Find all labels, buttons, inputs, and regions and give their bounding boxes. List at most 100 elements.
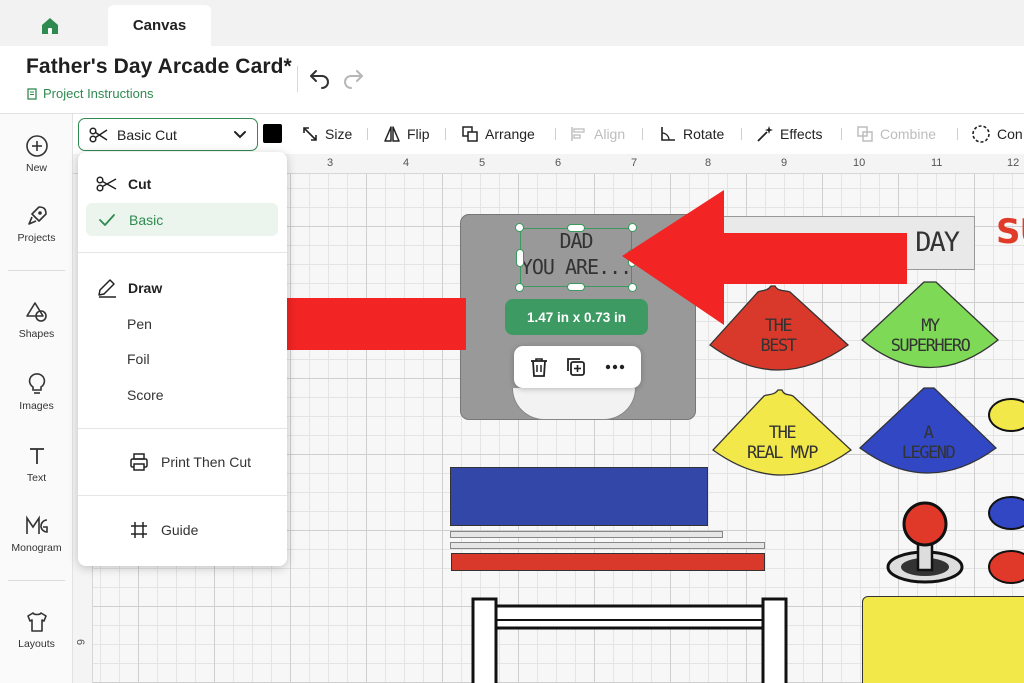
redo-icon[interactable] [341, 66, 365, 90]
sidebar-item-projects[interactable]: Projects [0, 204, 73, 244]
home-icon [42, 18, 58, 34]
color-swatch[interactable] [263, 124, 282, 143]
ruler-tick-label: 9 [781, 157, 788, 169]
combine-tool[interactable]: Combine [856, 122, 936, 146]
rotate-tool[interactable]: Rotate [659, 122, 724, 146]
more-options-icon[interactable] [603, 356, 627, 378]
partial-title-text[interactable]: SU [996, 212, 1024, 252]
draw-heading-label: Draw [128, 280, 163, 296]
yellow-folder-piece[interactable] [862, 596, 1024, 683]
resize-handle-right[interactable] [628, 249, 636, 267]
sidebar-item-layouts[interactable]: Layouts [0, 610, 73, 650]
sidebar-item-label: Layouts [18, 638, 55, 650]
effects-tool[interactable]: Effects [756, 122, 823, 146]
checkmark-icon [99, 213, 115, 226]
flip-tool[interactable]: Flip [383, 122, 430, 146]
pennant-legend-label: A LEGEND [878, 423, 978, 463]
sidebar-item-monogram[interactable]: Monogram [0, 514, 73, 554]
menu-divider [78, 428, 287, 429]
pennant-line-2: BEST [760, 336, 797, 356]
align-icon [571, 127, 585, 141]
contour-label: Con [997, 126, 1023, 142]
sidebar-item-new[interactable]: New [0, 134, 73, 174]
resize-handle-bottom[interactable] [567, 283, 585, 291]
pennant-line-1: MY [921, 316, 940, 336]
plus-circle-icon [25, 135, 48, 157]
contour-tool[interactable]: Con [971, 122, 1023, 146]
operation-label: Basic Cut [117, 126, 177, 143]
shapes-icon [25, 302, 47, 322]
sidebar-item-shapes[interactable]: Shapes [0, 300, 73, 340]
menu-item-foil[interactable]: Foil [127, 351, 150, 367]
menu-item-guide[interactable]: Guide [129, 520, 198, 540]
arrange-tool[interactable]: Arrange [461, 122, 535, 146]
home-tab[interactable] [22, 6, 78, 46]
toolbar-divider [642, 128, 643, 140]
gray-strip-piece[interactable] [450, 531, 723, 538]
resize-handle-top-right[interactable] [628, 223, 637, 232]
resize-handle-bottom-left[interactable] [515, 283, 524, 292]
operation-dropdown-menu: Cut Basic Draw Pen Foil Score Print Then… [78, 152, 287, 566]
scissors-icon [96, 176, 117, 192]
ruler-tick-label: 5 [479, 157, 486, 169]
resize-handle-top-left[interactable] [515, 223, 524, 232]
project-instructions-link[interactable]: Project Instructions [26, 86, 154, 101]
gray-strip-piece[interactable] [450, 542, 765, 549]
resize-handle-left[interactable] [516, 249, 524, 267]
size-tool[interactable]: Size [301, 122, 352, 146]
red-strip-piece[interactable] [451, 553, 765, 571]
resize-handle-bottom-right[interactable] [628, 283, 637, 292]
banner-piece[interactable]: DAY [710, 216, 975, 270]
menu-divider [78, 495, 287, 496]
effects-label: Effects [780, 126, 823, 142]
combine-icon [857, 126, 873, 142]
pencil-icon [98, 279, 116, 298]
basic-label: Basic [129, 211, 164, 228]
arrange-icon [462, 126, 478, 142]
header-divider [297, 66, 298, 92]
ruler-tick-label: 12 [1007, 157, 1020, 169]
sidebar-item-label: Monogram [11, 542, 62, 554]
rotate-angle-icon [661, 127, 675, 141]
chevron-down-icon [234, 130, 246, 138]
undo-icon[interactable] [308, 66, 332, 90]
menu-item-print-then-cut[interactable]: Print Then Cut [129, 452, 251, 472]
ruler-tick-label: 7 [631, 157, 638, 169]
selection-box[interactable] [515, 223, 637, 292]
sidebar-item-images[interactable]: Images [0, 372, 73, 412]
duplicate-icon[interactable] [565, 356, 587, 378]
toolbar-divider [445, 128, 446, 140]
menu-item-basic-cut[interactable]: Basic [86, 203, 278, 236]
blue-rectangle-piece[interactable] [450, 467, 708, 526]
align-tool[interactable]: Align [570, 122, 625, 146]
lightbulb-icon [28, 373, 45, 394]
pennant-line-1: THE [764, 316, 793, 336]
edit-toolbar: Basic Cut Size Flip Arrange Align Rotate… [73, 114, 1024, 154]
selection-size-pill: 1.47 in x 0.73 in [505, 299, 648, 335]
left-sidebar: New Projects Shapes Images Text Monogram… [0, 114, 73, 683]
ruler-tick-label: 6 [74, 638, 87, 646]
project-header: Father's Day Arcade Card* Project Instru… [0, 46, 1024, 114]
tab-canvas[interactable]: Canvas [108, 5, 211, 46]
text-icon [29, 448, 44, 464]
toolbar-divider [957, 128, 958, 140]
sidebar-divider [8, 270, 65, 271]
resize-handle-top[interactable] [567, 224, 585, 232]
pennant-line-1: A [923, 423, 934, 443]
cut-section-heading: Cut [96, 176, 151, 192]
card-tab-cutout[interactable] [512, 388, 636, 420]
menu-item-pen[interactable]: Pen [127, 316, 152, 332]
sidebar-item-text[interactable]: Text [0, 444, 73, 484]
pennant-line-2: SUPERHERO [890, 336, 971, 356]
pennant-line-2: REAL MVP [747, 443, 818, 463]
document-icon [27, 87, 37, 100]
arrange-label: Arrange [485, 126, 535, 142]
trash-icon[interactable] [528, 356, 550, 378]
ruler-tick-label: 11 [931, 157, 943, 169]
print-then-cut-label: Print Then Cut [161, 454, 252, 470]
operation-select[interactable]: Basic Cut [78, 118, 258, 151]
pennant-real-mvp-label: THE REAL MVP [732, 423, 832, 463]
ruler-tick-label: 10 [853, 157, 866, 169]
menu-item-score[interactable]: Score [127, 387, 164, 403]
combine-label: Combine [880, 126, 937, 142]
